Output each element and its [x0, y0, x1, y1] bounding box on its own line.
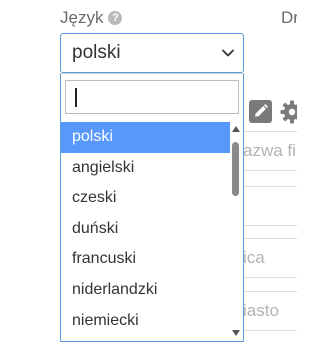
language-option-angielski[interactable]: angielski	[61, 153, 230, 184]
language-option-dunski[interactable]: duński	[61, 214, 230, 245]
language-options: polski angielski czeski duński francuski…	[61, 122, 230, 336]
scroll-down-arrow-icon[interactable]	[232, 330, 240, 336]
language-dropdown: polski angielski czeski duński francuski…	[60, 73, 244, 342]
adjacent-field-label: Dr	[281, 8, 297, 27]
text-caret	[75, 88, 77, 107]
page: Język ? Dr polski azwa fi ica iasto pols…	[0, 0, 297, 345]
language-option-francuski[interactable]: francuski	[61, 244, 230, 275]
language-option-czeski[interactable]: czeski	[61, 183, 230, 214]
language-select-value: polski	[72, 42, 121, 63]
language-option-niemiecki[interactable]: niemiecki	[61, 306, 230, 337]
language-option-polski[interactable]: polski	[61, 122, 230, 153]
dropdown-scrollbar[interactable]	[229, 122, 243, 338]
language-label-text: Język	[60, 8, 104, 27]
gear-icon[interactable]	[279, 99, 297, 125]
edit-button[interactable]	[249, 100, 272, 123]
language-option-niderlandzki[interactable]: niderlandzki	[61, 275, 230, 306]
language-label: Język ?	[60, 8, 123, 28]
scroll-thumb[interactable]	[232, 142, 239, 196]
question-circle-icon[interactable]: ?	[108, 11, 123, 25]
dropdown-search[interactable]	[65, 80, 239, 114]
dropdown-search-input[interactable]	[66, 81, 238, 113]
chevron-down-icon	[222, 49, 234, 57]
language-select[interactable]: polski	[60, 33, 244, 73]
pencil-icon	[255, 104, 268, 117]
scroll-up-arrow-icon[interactable]	[232, 126, 240, 132]
